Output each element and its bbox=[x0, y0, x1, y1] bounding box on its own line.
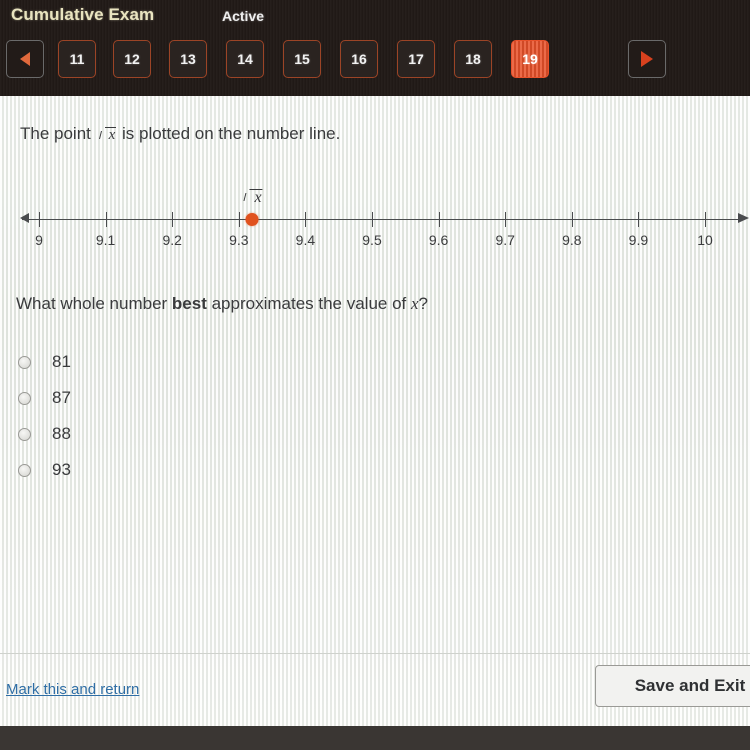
number-line-axis bbox=[22, 219, 744, 220]
answer-choice-1[interactable]: 81 bbox=[18, 344, 71, 380]
axis-tick-label: 9.1 bbox=[95, 232, 116, 248]
sqrt-x-point-label: x bbox=[241, 188, 264, 207]
axis-tick bbox=[172, 212, 174, 227]
pagination-page-17[interactable]: 17 bbox=[397, 40, 435, 78]
axis-tick bbox=[505, 212, 507, 227]
sqrt-x-label-radical: x bbox=[243, 188, 263, 207]
axis-tick bbox=[571, 212, 573, 227]
radio-button-icon[interactable] bbox=[18, 355, 31, 369]
axis-arrow-left-icon bbox=[20, 213, 29, 223]
pagination-page-13[interactable]: 13 bbox=[169, 40, 207, 78]
question-prompt: The point x is plotted on the number lin… bbox=[20, 124, 340, 144]
pagination-page-19-active[interactable]: 19 bbox=[511, 40, 549, 78]
axis-tick-label: 9 bbox=[35, 232, 43, 248]
radio-button-icon[interactable] bbox=[18, 427, 31, 441]
axis-tick bbox=[705, 212, 706, 227]
prompt-text-before: The point bbox=[20, 124, 91, 143]
radio-button-icon[interactable] bbox=[18, 463, 31, 477]
pagination-next-button[interactable] bbox=[628, 40, 666, 78]
axis-tick bbox=[305, 212, 307, 227]
answer-choices: 81 87 88 93 bbox=[18, 344, 71, 488]
stem-emphasis: best bbox=[171, 294, 207, 313]
axis-tick bbox=[638, 212, 640, 227]
pagination-page-18[interactable]: 18 bbox=[454, 40, 492, 78]
exam-header: Cumulative Exam Active 11 12 13 14 15 16… bbox=[0, 0, 750, 96]
axis-tick bbox=[105, 212, 107, 227]
axis-tick bbox=[372, 212, 373, 227]
axis-tick bbox=[438, 212, 440, 227]
stem-after: ? bbox=[418, 294, 429, 313]
footer-divider bbox=[0, 653, 750, 654]
triangle-left-icon bbox=[20, 52, 30, 66]
axis-arrow-right-icon bbox=[738, 213, 749, 223]
axis-tick-label: 9.9 bbox=[628, 232, 649, 248]
axis-tick-label: 9.8 bbox=[562, 232, 582, 248]
sqrt-x-inline: x bbox=[98, 126, 116, 144]
pagination-prev-button[interactable] bbox=[6, 40, 44, 78]
answer-choice-label: 87 bbox=[52, 388, 71, 407]
exam-screen: Cumulative Exam Active 11 12 13 14 15 16… bbox=[0, 0, 750, 750]
save-and-exit-button[interactable]: Save and Exit bbox=[595, 665, 750, 707]
axis-tick-label: 9.2 bbox=[162, 232, 182, 248]
axis-tick-label: 9.5 bbox=[362, 232, 382, 248]
number-line-figure: x 9 9.1 9.2 9.3 9.4 9.5 9.6 9.7 9.8 9.9 10 bbox=[0, 188, 750, 268]
answer-choice-label: 88 bbox=[52, 424, 71, 443]
answer-choice-label: 81 bbox=[52, 352, 71, 371]
page-title: Cumulative Exam bbox=[11, 5, 155, 24]
axis-tick-label: 9.3 bbox=[229, 232, 249, 248]
radicand: x bbox=[108, 127, 116, 143]
radio-button-icon[interactable] bbox=[18, 391, 31, 405]
prompt-text-after: is plotted on the number line. bbox=[122, 124, 341, 143]
axis-tick-label: 9.6 bbox=[428, 232, 449, 248]
answer-choice-3[interactable]: 88 bbox=[18, 416, 71, 452]
bottom-bar bbox=[0, 726, 750, 750]
stem-mid: approximates the value of bbox=[206, 294, 411, 313]
axis-tick bbox=[39, 212, 40, 227]
axis-tick bbox=[238, 212, 240, 227]
pagination-bar: 11 12 13 14 15 16 17 18 19 bbox=[0, 40, 750, 82]
answer-choice-2[interactable]: 87 bbox=[18, 380, 71, 416]
axis-tick-label: 9.4 bbox=[295, 232, 316, 248]
mark-this-and-return-link[interactable]: Mark this and return bbox=[6, 681, 139, 698]
question-body: The point x is plotted on the number lin… bbox=[0, 96, 750, 726]
answer-choice-label: 93 bbox=[52, 460, 71, 479]
stem-variable: x bbox=[411, 294, 419, 313]
axis-tick-label: 9.7 bbox=[495, 232, 515, 248]
question-stem: What whole number best approximates the … bbox=[16, 294, 428, 314]
plotted-point bbox=[245, 213, 259, 226]
pagination-page-14[interactable]: 14 bbox=[226, 40, 264, 78]
pagination-page-15[interactable]: 15 bbox=[283, 40, 321, 78]
pagination-page-11[interactable]: 11 bbox=[58, 40, 96, 78]
status-badge: Active bbox=[222, 8, 265, 24]
radicand-label: x bbox=[254, 189, 262, 206]
pagination-page-12[interactable]: 12 bbox=[113, 40, 151, 78]
triangle-right-icon bbox=[641, 51, 653, 67]
answer-choice-4[interactable]: 93 bbox=[18, 452, 71, 488]
stem-before: What whole number bbox=[16, 294, 172, 313]
axis-tick-label: 10 bbox=[697, 232, 713, 248]
pagination-page-16[interactable]: 16 bbox=[340, 40, 378, 78]
